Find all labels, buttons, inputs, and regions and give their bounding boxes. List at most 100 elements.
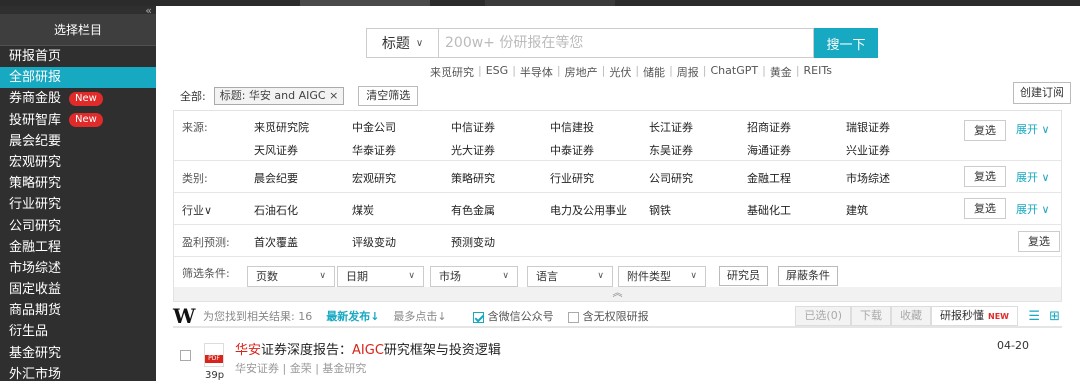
filter-option[interactable]: 招商证券 [747, 119, 791, 135]
filter-option[interactable]: 钢铁 [649, 202, 671, 218]
filter-option[interactable]: 宏观研究 [352, 170, 396, 186]
filter-option[interactable]: 首次覆盖 [254, 234, 298, 250]
filter-option[interactable]: 晨会纪要 [254, 170, 298, 186]
favorite-button[interactable]: 收藏 [891, 306, 932, 326]
filter-option[interactable]: 东吴证券 [649, 142, 693, 158]
title-highlight: AIGC [352, 343, 384, 358]
block-conditions-button[interactable]: 屏蔽条件 [778, 266, 838, 286]
filter-dropdown[interactable]: 语言 ∨ [527, 266, 613, 287]
hot-keyword[interactable]: 半导体 [516, 64, 557, 80]
filter-option[interactable]: 中金公司 [352, 119, 396, 135]
hot-keyword[interactable]: 光伏 [605, 64, 635, 80]
search-input[interactable]: 200w+ 份研报在等您 [438, 28, 814, 58]
filter-option[interactable]: 天风证券 [254, 142, 298, 158]
wechat-checkbox[interactable] [472, 311, 484, 323]
no-permission-option[interactable]: 含无权限研报 [567, 308, 649, 324]
multi-select-button[interactable]: 复选 [964, 166, 1006, 187]
filter-option[interactable]: 石油石化 [254, 202, 298, 218]
filter-option[interactable]: 中泰证券 [550, 142, 594, 158]
filter-option[interactable]: 基础化工 [747, 202, 791, 218]
hot-keyword[interactable]: 来觅研究 [426, 64, 478, 80]
grid-view-icon[interactable]: ⊞ [1049, 309, 1060, 324]
filter-option[interactable]: 评级变动 [352, 234, 396, 250]
filter-option[interactable]: 市场综述 [846, 170, 890, 186]
hot-keyword[interactable]: 黄金 [766, 64, 796, 80]
filter-option[interactable]: 煤炭 [352, 202, 374, 218]
sidebar-item[interactable]: 研报首页 [0, 46, 156, 67]
filter-dropdown[interactable]: 页数 ∨ [247, 266, 335, 287]
search-scope-select[interactable]: 标题 ∨ [366, 28, 438, 58]
collapse-filters-button[interactable]: ︽ [174, 287, 1061, 301]
create-subscription-button[interactable]: 创建订阅 [1013, 82, 1071, 104]
filter-option[interactable]: 中信建投 [550, 119, 594, 135]
report-checkbox[interactable] [180, 350, 191, 361]
sidebar-item[interactable]: 公司研究 [0, 216, 156, 237]
quick-read-button[interactable]: 研报秒懂 NEW [931, 306, 1018, 326]
filter-option[interactable]: 中信证券 [451, 119, 495, 135]
hot-keyword[interactable]: 周报 [673, 64, 703, 80]
sidebar-item-label: 衍生品 [9, 324, 49, 340]
hot-keyword[interactable]: ChatGPT [707, 64, 763, 80]
hot-keyword[interactable]: 储能 [639, 64, 669, 80]
filter-option[interactable]: 来觅研究院 [254, 119, 309, 135]
sidebar-item[interactable]: 券商金股 New [0, 88, 156, 109]
multi-select-button[interactable]: 复选 [1018, 231, 1060, 252]
filter-option[interactable]: 兴业证券 [846, 142, 890, 158]
sort-latest[interactable]: 最新发布↓ [326, 308, 379, 324]
hot-keyword[interactable]: 房地产 [561, 64, 602, 80]
industry-label[interactable]: 行业∨ [182, 202, 212, 218]
filter-option[interactable]: 建筑 [846, 202, 868, 218]
sort-clicks[interactable]: 最多点击↓ [393, 308, 446, 324]
sidebar-item[interactable]: 全部研报 [0, 67, 156, 89]
filter-option[interactable]: 瑞银证券 [846, 119, 890, 135]
dropdown-label: 附件类型 [627, 270, 671, 283]
report-list-item[interactable]: PDF 39p 华安证券深度报告：AIGC研究框架与投资逻辑 华安证券 | 金荣… [173, 336, 1062, 381]
filter-option[interactable]: 光大证券 [451, 142, 495, 158]
filter-dropdown[interactable]: 市场 ∨ [430, 266, 518, 287]
expand-button[interactable]: 展开 ∨ [1016, 201, 1050, 217]
filter-option[interactable]: 电力及公用事业 [550, 202, 627, 218]
source-label: 来源: [182, 121, 208, 134]
sidebar-item[interactable]: 晨会纪要 [0, 131, 156, 152]
download-button[interactable]: 下载 [851, 306, 892, 326]
filter-option[interactable]: 有色金属 [451, 202, 495, 218]
researcher-button[interactable]: 研究员 [719, 266, 768, 286]
filter-dropdown[interactable]: 附件类型 ∨ [618, 266, 706, 287]
filter-option[interactable]: 长江证券 [649, 119, 693, 135]
clear-filters-button[interactable]: 清空筛选 [358, 86, 419, 106]
sidebar-item[interactable]: 行业研究 [0, 194, 156, 215]
search-button[interactable]: 搜一下 [814, 28, 878, 58]
no-permission-checkbox[interactable] [567, 311, 579, 323]
sidebar-item[interactable]: 外汇市场 [0, 364, 156, 385]
collapse-sidebar-icon[interactable]: « [145, 5, 152, 16]
hot-keyword[interactable]: REITs [800, 64, 836, 80]
filter-option[interactable]: 预测变动 [451, 234, 495, 250]
no-permission-label: 含无权限研报 [582, 310, 649, 323]
sidebar-item[interactable]: 衍生品 [0, 321, 156, 342]
list-view-icon[interactable]: ☰ [1028, 309, 1040, 324]
filter-option[interactable]: 公司研究 [649, 170, 693, 186]
filter-dropdown[interactable]: 日期 ∨ [337, 266, 424, 287]
filter-panel: 来源: 来觅研究院 中金公司 中信证券 中信建投 长江证券 招商证券 瑞银证券天风证券 华泰证… [173, 110, 1062, 302]
filter-option[interactable]: 金融工程 [747, 170, 791, 186]
multi-select-button[interactable]: 复选 [964, 198, 1006, 219]
filter-option[interactable]: 华泰证券 [352, 142, 396, 158]
sidebar-item[interactable]: 商品期货 [0, 300, 156, 321]
sidebar-item[interactable]: 策略研究 [0, 173, 156, 194]
sidebar-item[interactable]: 宏观研究 [0, 152, 156, 173]
sidebar-item[interactable]: 投研智库 New [0, 110, 156, 131]
filter-option[interactable]: 海通证券 [747, 142, 791, 158]
sidebar-item[interactable]: 固定收益 [0, 279, 156, 300]
filter-option[interactable]: 策略研究 [451, 170, 495, 186]
filter-tag[interactable]: 标题: 华安 and AIGC × [213, 87, 345, 105]
expand-button[interactable]: 展开 ∨ [1016, 121, 1050, 137]
hot-keyword[interactable]: ESG [482, 64, 512, 80]
sidebar-item[interactable]: 市场综述 [0, 258, 156, 279]
report-title[interactable]: 华安证券深度报告：AIGC研究框架与投资逻辑 [235, 339, 501, 358]
wechat-option[interactable]: 含微信公众号 [472, 308, 554, 324]
expand-button[interactable]: 展开 ∨ [1016, 169, 1050, 185]
sidebar-item[interactable]: 金融工程 [0, 237, 156, 258]
sidebar-item[interactable]: 基金研究 [0, 343, 156, 364]
filter-option[interactable]: 行业研究 [550, 170, 594, 186]
multi-select-button[interactable]: 复选 [964, 120, 1006, 141]
